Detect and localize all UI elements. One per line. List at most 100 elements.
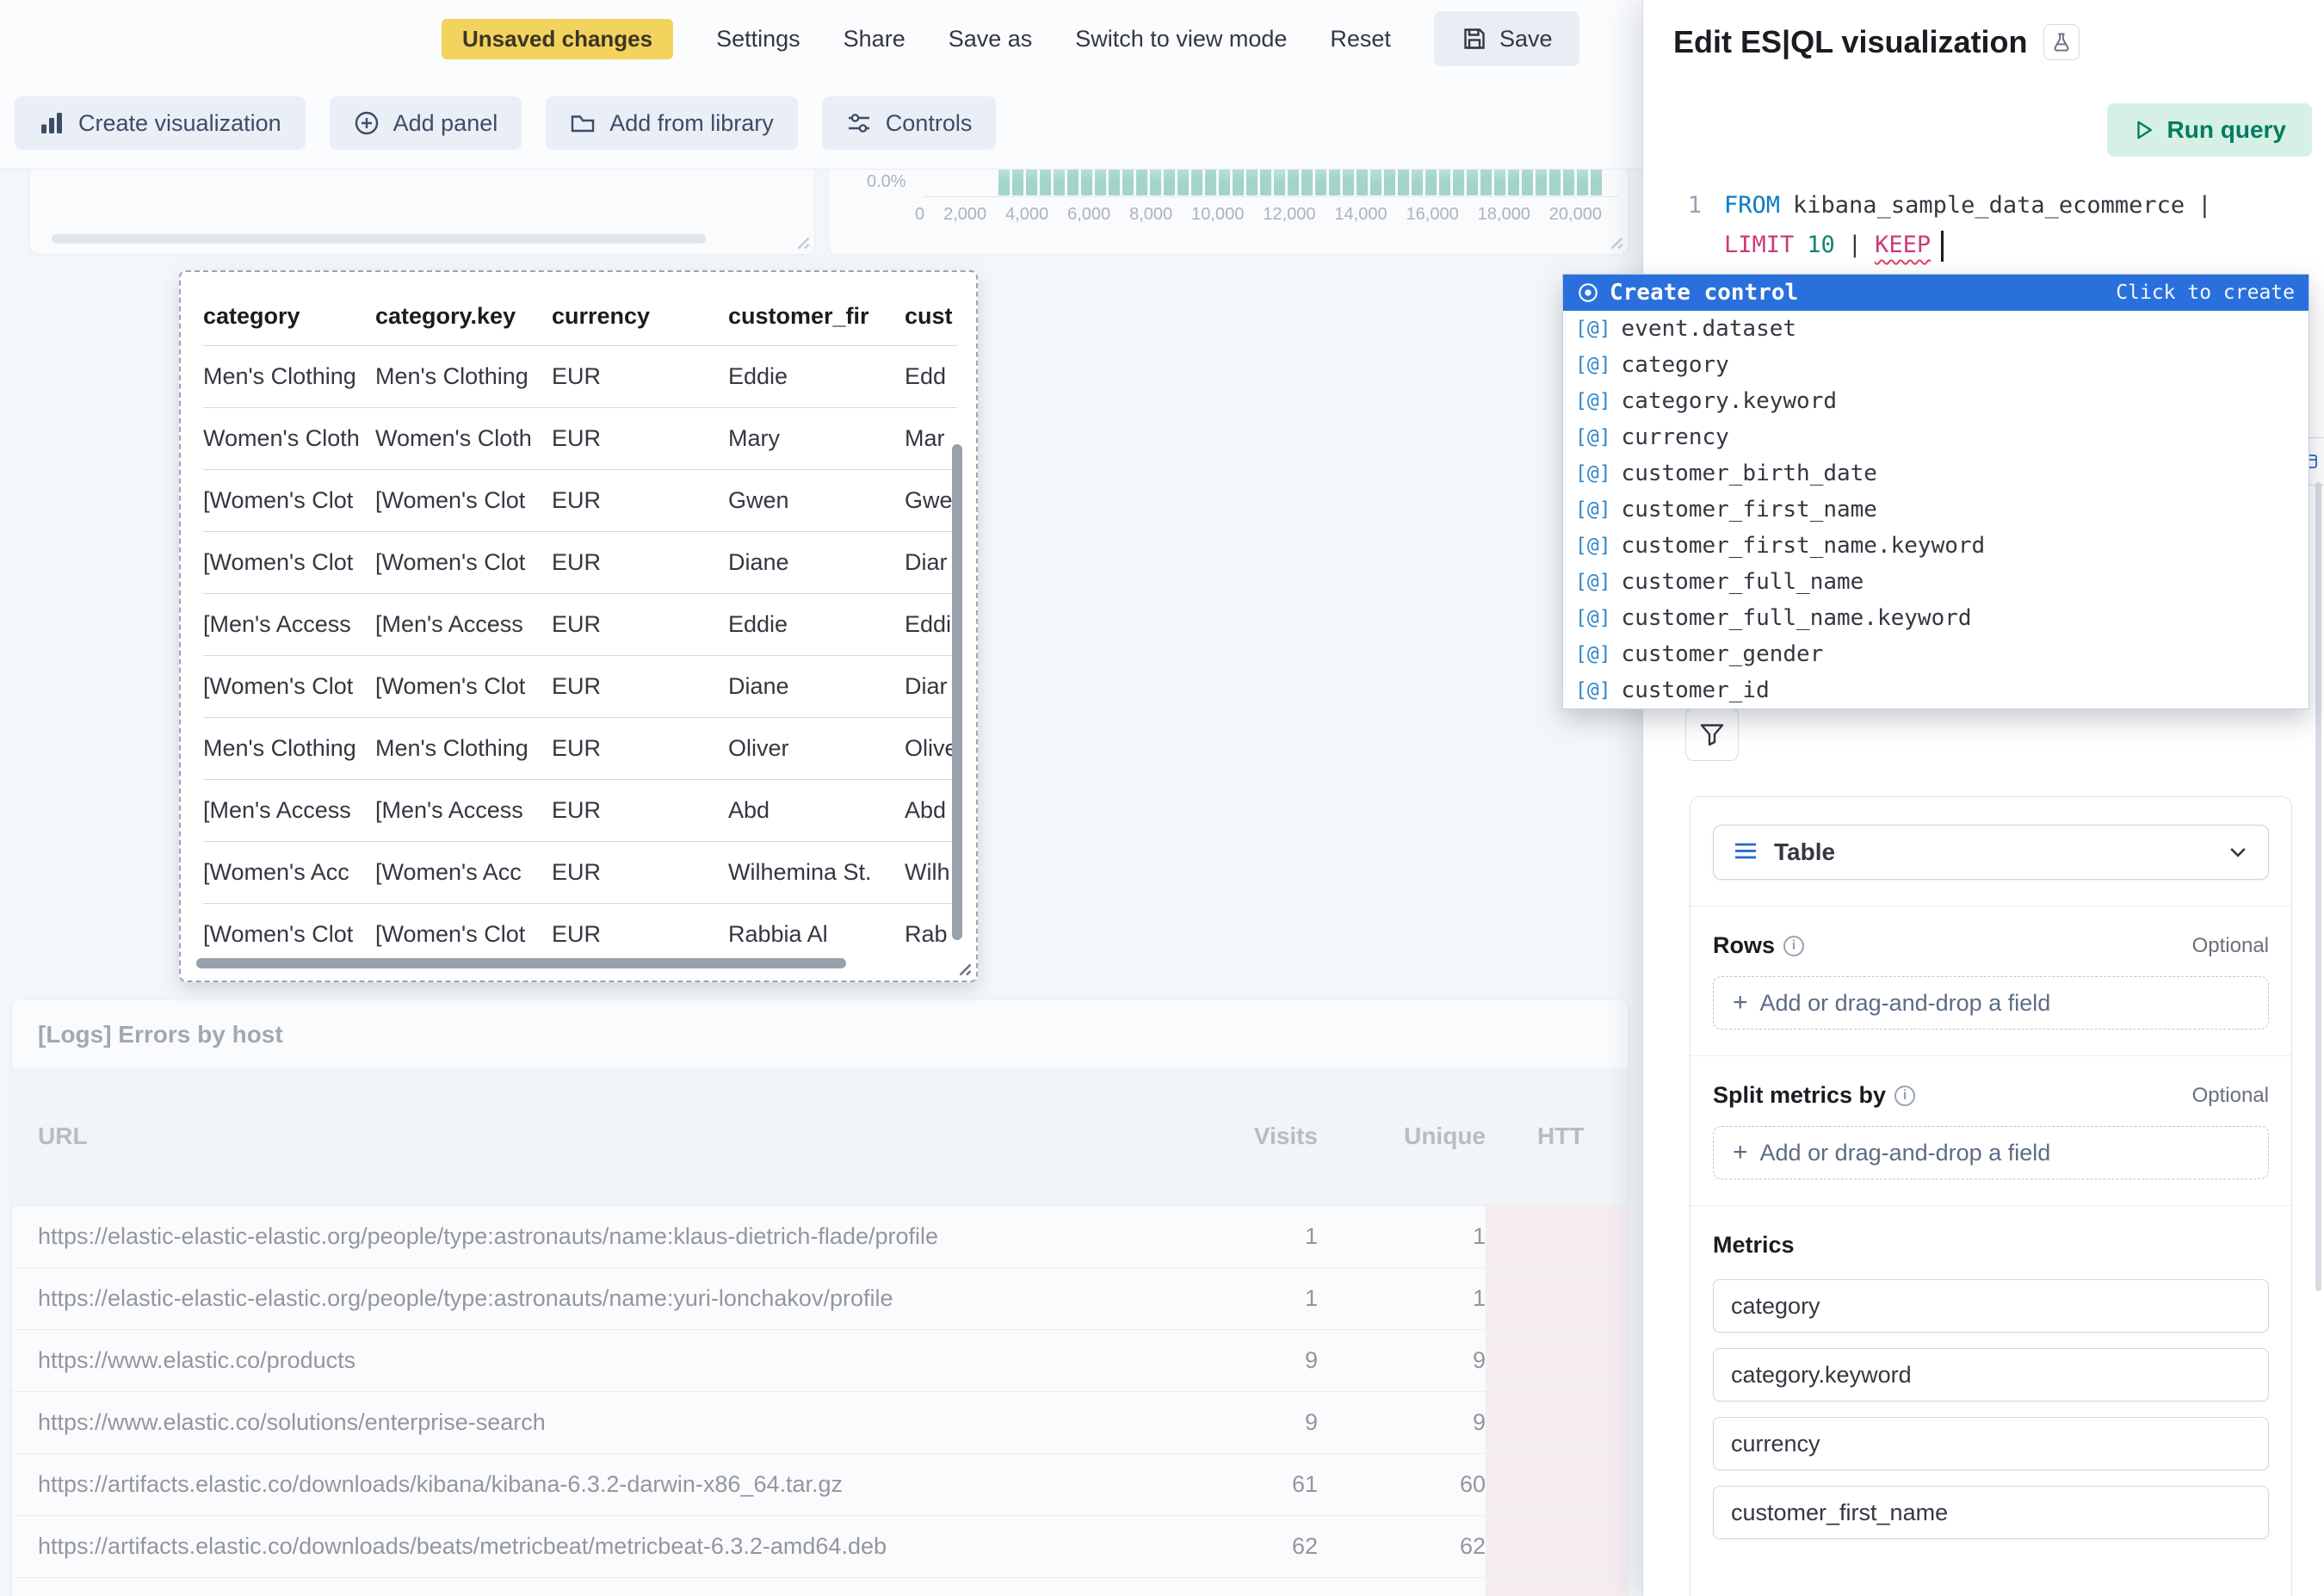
horizontal-scrollbar[interactable]	[52, 234, 706, 244]
cell-currency: EUR	[552, 425, 728, 452]
unsaved-changes-badge: Unsaved changes	[442, 19, 673, 59]
metric-field-pill[interactable]: category	[1713, 1279, 2269, 1333]
save-button[interactable]: Save	[1434, 11, 1580, 66]
cell-customer-first-name: Diane	[728, 673, 905, 700]
logs-errors-by-host-panel: [Logs] Errors by host URL Visits Unique …	[12, 1000, 1628, 1596]
autocomplete-field-item[interactable]: [@] customer_birth_date	[1563, 455, 2309, 492]
split-metrics-add-field-dropzone[interactable]: + Add or drag-and-drop a field	[1713, 1126, 2269, 1179]
cell-unique: 1	[1318, 1285, 1486, 1312]
column-header-category-keyword[interactable]: category.key	[375, 303, 552, 330]
cell-category-keyword: Men's Clothing	[375, 363, 552, 390]
cell-visits: 9	[1171, 1409, 1318, 1436]
menu-item-save-as[interactable]: Save as	[949, 26, 1033, 53]
metric-field-pill[interactable]: currency	[1713, 1417, 2269, 1470]
cell-http	[1486, 1206, 1628, 1267]
autocomplete-field-item[interactable]: [@] customer_first_name.keyword	[1563, 528, 2309, 564]
autocomplete-field-item[interactable]: [@] customer_gender	[1563, 636, 2309, 672]
metric-field-pill[interactable]: customer_first_name	[1713, 1486, 2269, 1539]
esql-query-text: FROMkibana_sample_data_ecommerce| LIMIT1…	[1724, 186, 2324, 265]
menu-item-share[interactable]: Share	[844, 26, 905, 53]
plus-circle-icon	[354, 110, 380, 136]
cell-currency: EUR	[552, 611, 728, 638]
column-header-customer-first-name[interactable]: customer_fir	[728, 303, 905, 330]
column-header-unique[interactable]: Unique	[1318, 1123, 1486, 1150]
chart-type-label: Table	[1774, 838, 1835, 866]
logs-table-row: https://www.elastic.co/solutions/enterpr…	[12, 1391, 1628, 1453]
column-header-http[interactable]: HTT	[1486, 1067, 1628, 1205]
menu-item-reset[interactable]: Reset	[1330, 26, 1391, 53]
cell-http	[1486, 1330, 1628, 1391]
cell-category-keyword: [Men's Access	[375, 611, 552, 638]
filter-fields-button[interactable]	[1685, 708, 1739, 761]
create-control-label: Create control	[1610, 280, 1798, 306]
panel-resize-handle[interactable]	[951, 956, 972, 976]
table-row: [Women's Clot [Women's Clot EUR Gwen Gwe	[203, 469, 957, 531]
autocomplete-field-label: customer_gender	[1622, 641, 1824, 667]
autocomplete-field-item[interactable]: [@] customer_full_name.keyword	[1563, 600, 2309, 636]
logs-table-row: https://artifacts.elastic.co/downloads/b…	[12, 1515, 1628, 1577]
add-from-library-button[interactable]: Add from library	[546, 96, 798, 150]
create-visualization-button[interactable]: Create visualization	[15, 96, 306, 150]
cell-currency: EUR	[552, 859, 728, 886]
cell-unique: 9	[1318, 1347, 1486, 1374]
x-axis-tick: 18,000	[1478, 205, 1530, 225]
flyout-scrollbar[interactable]	[2315, 482, 2321, 1291]
run-query-row: Run query	[1643, 103, 2324, 157]
autocomplete-field-item[interactable]: [@] customer_id	[1563, 672, 2309, 708]
logs-table-header: URL Visits Unique HTT	[12, 1067, 1628, 1205]
esql-autocomplete-popup: Create control Click to create [@] event…	[1562, 274, 2309, 709]
esql-query-line-2: LIMIT10|KEEP	[1724, 226, 2324, 265]
column-header-url[interactable]: URL	[12, 1123, 1171, 1150]
cell-category-keyword: [Women's Clot	[375, 921, 552, 948]
logs-table-row: https://artifacts.elastic.co/downloads/k…	[12, 1453, 1628, 1515]
logs-table-row: https://elastic-elastic-elastic.org/peop…	[12, 1205, 1628, 1267]
autocomplete-field-item[interactable]: [@] category	[1563, 347, 2309, 383]
autocomplete-field-item[interactable]: [@] customer_full_name	[1563, 564, 2309, 600]
column-header-category[interactable]: category	[203, 303, 375, 330]
column-header-visits[interactable]: Visits	[1171, 1123, 1318, 1150]
field-icon: [@]	[1575, 607, 1611, 629]
cell-currency: EUR	[552, 487, 728, 514]
cell-category: [Women's Clot	[203, 673, 375, 700]
autocomplete-field-item[interactable]: [@] currency	[1563, 419, 2309, 455]
metric-field-pill[interactable]: category.keyword	[1713, 1348, 2269, 1401]
rows-add-field-dropzone[interactable]: + Add or drag-and-drop a field	[1713, 976, 2269, 1030]
horizontal-scrollbar[interactable]	[196, 958, 846, 968]
cell-visits: 62	[1171, 1533, 1318, 1560]
field-icon: [@]	[1575, 390, 1611, 412]
field-icon: [@]	[1575, 535, 1611, 557]
column-header-currency[interactable]: currency	[552, 303, 728, 330]
run-query-button[interactable]: Run query	[2107, 103, 2312, 157]
vertical-scrollbar[interactable]	[952, 444, 962, 940]
column-header-customer[interactable]: cust	[905, 303, 957, 330]
autocomplete-field-item[interactable]: [@] event.dataset	[1563, 311, 2309, 347]
esql-query-editor[interactable]: 1 FROMkibana_sample_data_ecommerce| LIMI…	[1643, 186, 2324, 265]
cell-customer: Rab	[905, 921, 957, 948]
sliders-icon	[846, 110, 872, 136]
cell-http	[1486, 1578, 1628, 1596]
menu-item-settings[interactable]: Settings	[716, 26, 800, 53]
cell-url: https://www.elastic.co/products	[12, 1347, 1171, 1374]
chart-type-selector[interactable]: Table	[1713, 825, 2269, 880]
panel-resize-handle[interactable]	[789, 229, 810, 250]
visualization-config-panel: Table Rows i Optional + Add or drag-and-…	[1690, 796, 2292, 1596]
autocomplete-field-item[interactable]: [@] customer_first_name	[1563, 492, 2309, 528]
section-divider	[1690, 1205, 2291, 1206]
cell-unique: 9	[1318, 1409, 1486, 1436]
cell-http	[1486, 1516, 1628, 1577]
cell-visits: 1	[1171, 1223, 1318, 1250]
autocomplete-field-item[interactable]: [@] category.keyword	[1563, 383, 2309, 419]
x-axis-tick: 0	[915, 205, 924, 225]
cell-category: Men's Clothing	[203, 363, 375, 390]
autocomplete-selected-create-control[interactable]: Create control Click to create	[1563, 275, 2309, 311]
split-metrics-label: Split metrics by	[1713, 1082, 1886, 1109]
autocomplete-field-label: customer_first_name	[1622, 497, 1877, 523]
rows-label: Rows	[1713, 932, 1775, 959]
menu-item-switch-to-view-mode[interactable]: Switch to view mode	[1075, 26, 1287, 53]
add-panel-button[interactable]: Add panel	[330, 96, 522, 150]
esql-results-table: category category.key currency customer_…	[203, 289, 957, 965]
controls-button[interactable]: Controls	[822, 96, 997, 150]
cell-customer-first-name: Wilhemina St.	[728, 859, 905, 886]
selected-esql-table-panel[interactable]: category category.key currency customer_…	[179, 270, 978, 982]
panel-resize-handle[interactable]	[1603, 229, 1623, 250]
